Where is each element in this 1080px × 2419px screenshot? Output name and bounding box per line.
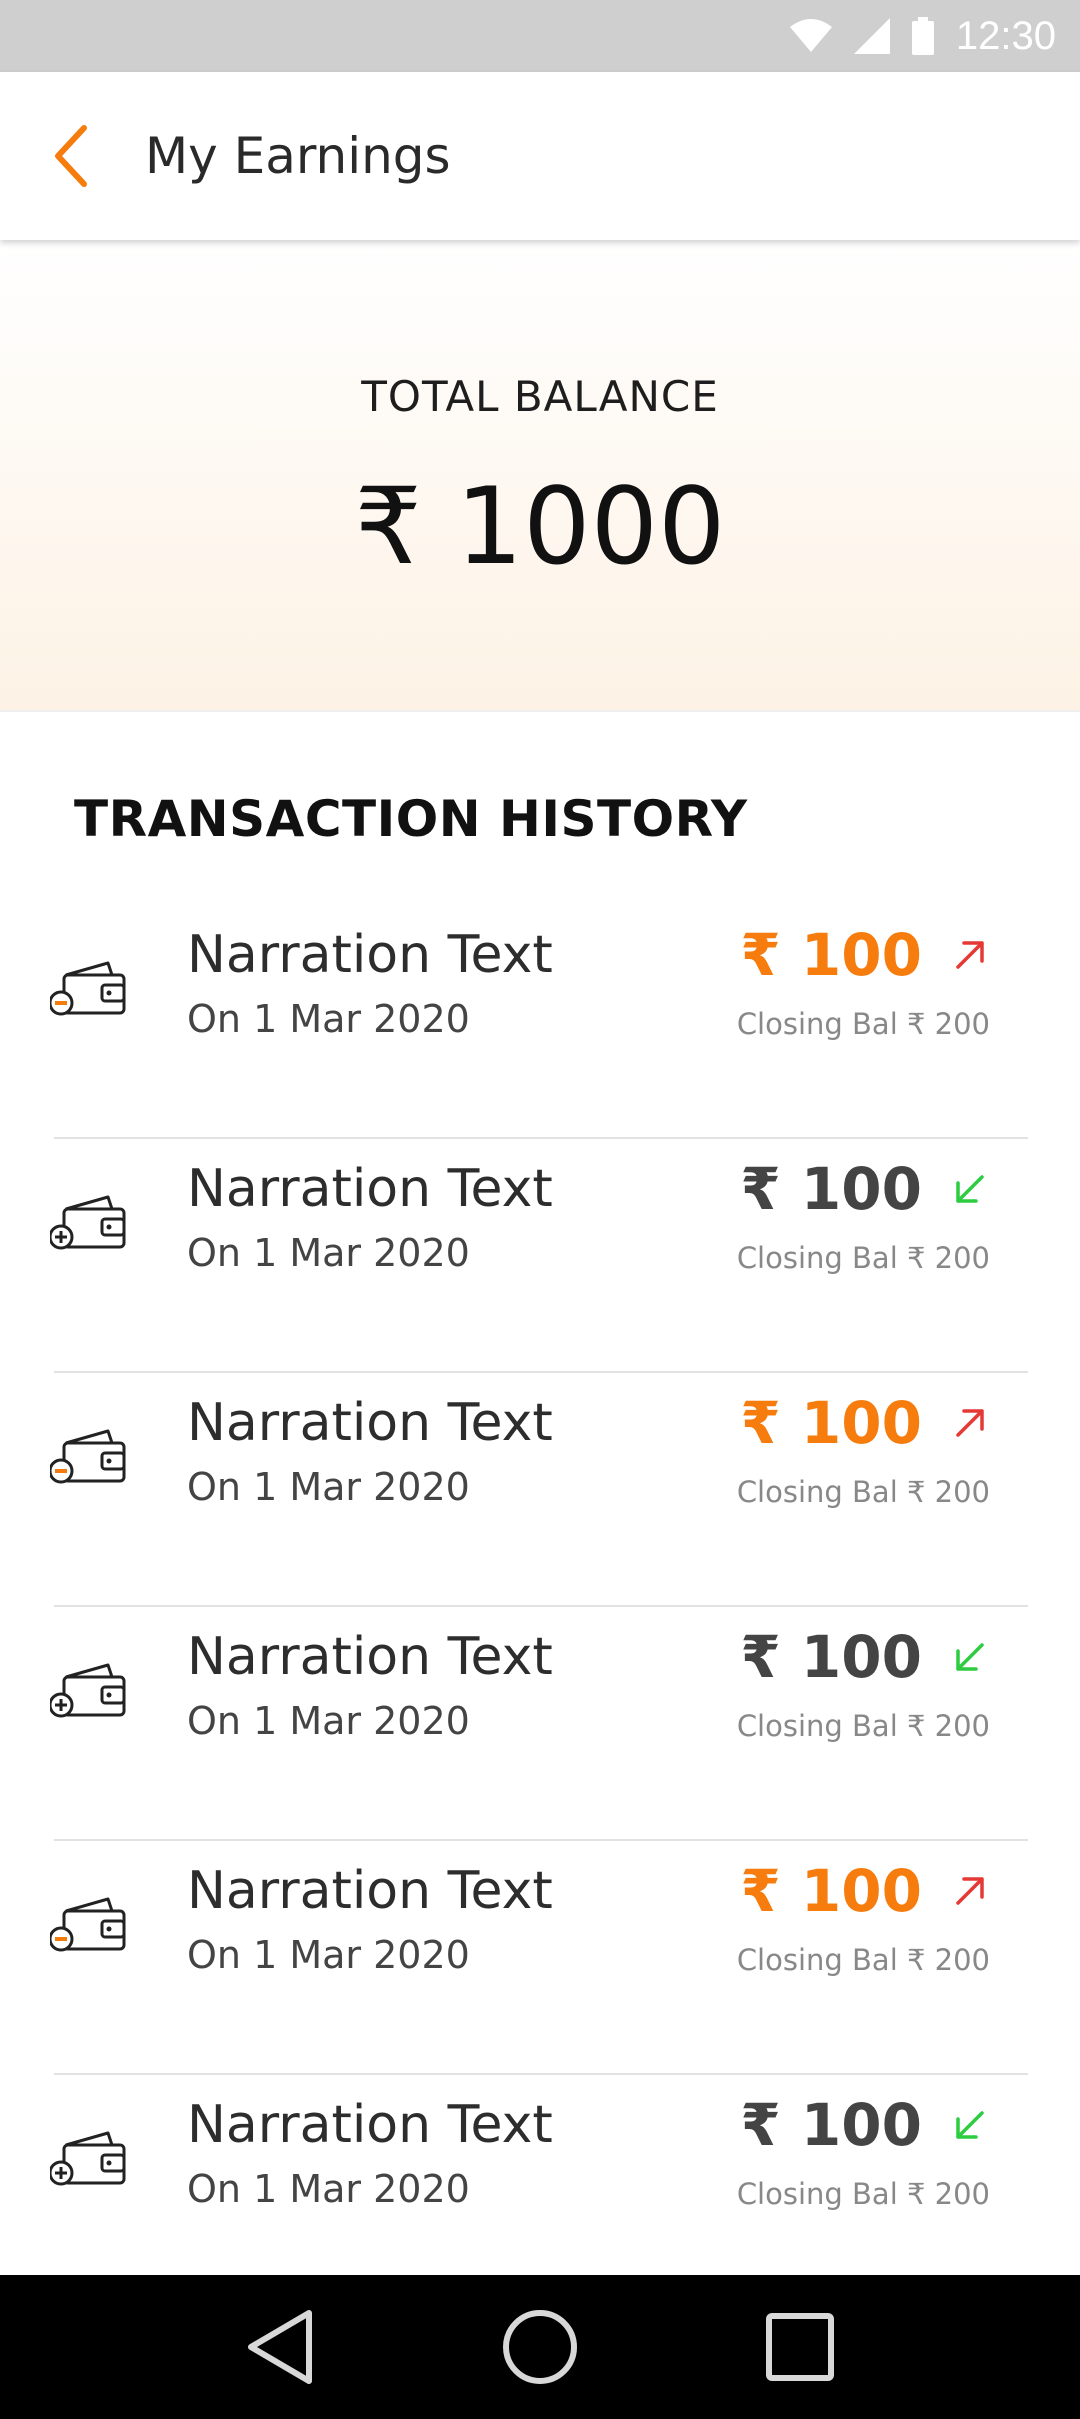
closing-balance: Closing Bal ₹ 200 xyxy=(736,1475,990,1509)
history-title: TRANSACTION HISTORY xyxy=(74,790,748,848)
status-bar: 12:30 xyxy=(0,0,1080,72)
transaction-narration: Narration Text xyxy=(187,1159,553,1219)
closing-balance: Closing Bal ₹ 200 xyxy=(736,1709,990,1743)
wallet-plus-icon xyxy=(48,1189,130,1269)
closing-balance: Closing Bal ₹ 200 xyxy=(736,1007,990,1041)
transaction-list: Narration Text On 1 Mar 2020 ₹ 100 Closi… xyxy=(0,905,1080,2309)
arrow-down-left-icon xyxy=(950,1169,990,1209)
signal-icon xyxy=(853,18,890,54)
home-circle-icon xyxy=(503,2310,577,2384)
page-title: My Earnings xyxy=(145,127,451,185)
transaction-row[interactable]: Narration Text On 1 Mar 2020 ₹ 100 Closi… xyxy=(0,1373,1080,1607)
battery-icon xyxy=(911,17,934,55)
transaction-amount: ₹ 100 xyxy=(740,921,922,989)
transaction-date: On 1 Mar 2020 xyxy=(187,1465,470,1509)
transaction-row[interactable]: Narration Text On 1 Mar 2020 ₹ 100 Closi… xyxy=(0,2075,1080,2309)
nav-back-button[interactable] xyxy=(235,2302,325,2392)
closing-balance: Closing Bal ₹ 200 xyxy=(736,1241,990,1275)
transaction-row[interactable]: Narration Text On 1 Mar 2020 ₹ 100 Closi… xyxy=(0,905,1080,1139)
transaction-amount: ₹ 100 xyxy=(740,2091,922,2159)
balance-banner: TOTAL BALANCE ₹ 1000 xyxy=(0,240,1080,712)
wallet-minus-icon xyxy=(48,1423,130,1503)
transaction-date: On 1 Mar 2020 xyxy=(187,997,470,1041)
transaction-narration: Narration Text xyxy=(187,1861,553,1921)
transaction-row[interactable]: Narration Text On 1 Mar 2020 ₹ 100 Closi… xyxy=(0,1139,1080,1373)
transaction-narration: Narration Text xyxy=(187,1627,553,1687)
transaction-narration: Narration Text xyxy=(187,925,553,985)
arrow-up-right-icon xyxy=(950,935,990,975)
transaction-narration: Narration Text xyxy=(187,1393,553,1453)
transaction-date: On 1 Mar 2020 xyxy=(187,2167,470,2211)
status-time: 12:30 xyxy=(955,13,1056,58)
wallet-plus-icon xyxy=(48,2125,130,2205)
back-triangle-icon xyxy=(248,2310,312,2384)
wifi-icon xyxy=(789,19,832,53)
closing-balance: Closing Bal ₹ 200 xyxy=(736,2177,990,2211)
transaction-row[interactable]: Narration Text On 1 Mar 2020 ₹ 100 Closi… xyxy=(0,1607,1080,1841)
system-nav-bar xyxy=(0,2275,1080,2419)
arrow-up-right-icon xyxy=(950,1403,990,1443)
balance-label: TOTAL BALANCE xyxy=(361,372,719,421)
transaction-amount: ₹ 100 xyxy=(740,1155,922,1223)
nav-home-button[interactable] xyxy=(495,2302,585,2392)
app-bar: My Earnings xyxy=(0,72,1080,240)
closing-balance: Closing Bal ₹ 200 xyxy=(736,1943,990,1977)
arrow-down-left-icon xyxy=(950,2105,990,2145)
transaction-amount: ₹ 100 xyxy=(740,1623,922,1691)
transaction-date: On 1 Mar 2020 xyxy=(187,1231,470,1275)
wallet-minus-icon xyxy=(48,1891,130,1971)
transaction-amount: ₹ 100 xyxy=(740,1857,922,1925)
chevron-left-icon xyxy=(55,125,87,187)
arrow-down-left-icon xyxy=(950,1637,990,1677)
transaction-narration: Narration Text xyxy=(187,2095,553,2155)
transaction-amount: ₹ 100 xyxy=(740,1389,922,1457)
wallet-plus-icon xyxy=(48,1657,130,1737)
transaction-date: On 1 Mar 2020 xyxy=(187,1699,470,1743)
balance-amount: ₹ 1000 xyxy=(354,465,726,588)
back-button[interactable] xyxy=(0,72,140,240)
wallet-minus-icon xyxy=(48,955,130,1035)
arrow-up-right-icon xyxy=(950,1871,990,1911)
transaction-date: On 1 Mar 2020 xyxy=(187,1933,470,1977)
nav-recents-button[interactable] xyxy=(755,2302,845,2392)
transaction-row[interactable]: Narration Text On 1 Mar 2020 ₹ 100 Closi… xyxy=(0,1841,1080,2075)
recents-square-icon xyxy=(766,2313,834,2381)
